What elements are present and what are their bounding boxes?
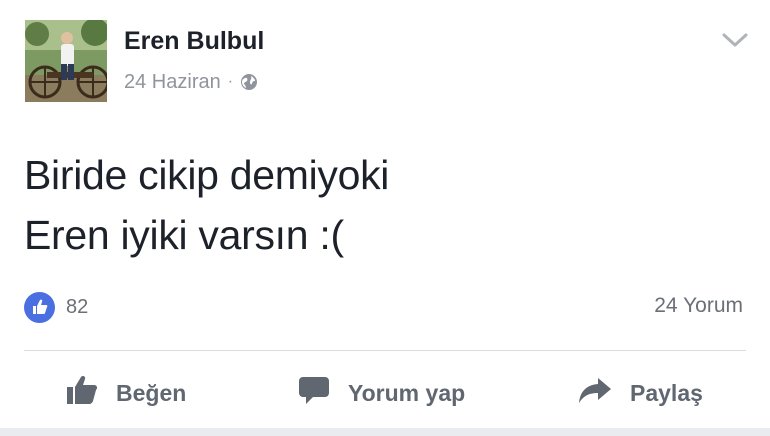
author-name[interactable]: Eren Bulbul xyxy=(124,27,264,56)
post-meta: 24 Haziran · xyxy=(124,69,258,95)
chevron-down-icon[interactable] xyxy=(722,30,748,50)
like-button-label: Beğen xyxy=(116,379,187,406)
reactions-summary[interactable]: 82 xyxy=(24,291,89,323)
like-reaction-icon xyxy=(24,291,55,323)
globe-icon[interactable] xyxy=(240,73,258,91)
share-button-label: Paylaş xyxy=(630,379,703,406)
like-button[interactable]: Beğen xyxy=(66,365,186,421)
comment-icon xyxy=(298,375,330,411)
post-text-line: Biride cikip demiyoki xyxy=(24,152,390,198)
share-button[interactable]: Paylaş xyxy=(578,365,703,421)
share-arrow-icon xyxy=(578,376,612,410)
like-count: 82 xyxy=(66,295,89,318)
post-text: Biride cikip demiyoki Eren iyiki varsın … xyxy=(24,145,389,265)
comment-button[interactable]: Yorum yap xyxy=(298,365,465,421)
card-bottom-edge xyxy=(0,428,770,436)
divider xyxy=(24,350,746,351)
action-bar: Beğen Yorum yap Paylaş xyxy=(0,365,770,421)
avatar-photo xyxy=(25,20,107,102)
thumbs-up-icon xyxy=(66,375,98,411)
post-text-line: Eren iyiki varsın :( xyxy=(24,212,344,258)
comment-button-label: Yorum yap xyxy=(348,379,466,406)
facebook-post: Eren Bulbul 24 Haziran · Biride cikip de… xyxy=(0,0,770,436)
avatar[interactable] xyxy=(25,20,107,102)
comment-count[interactable]: 24 Yorum xyxy=(654,294,743,318)
post-date[interactable]: 24 Haziran xyxy=(124,71,221,94)
meta-separator: · xyxy=(227,73,234,90)
